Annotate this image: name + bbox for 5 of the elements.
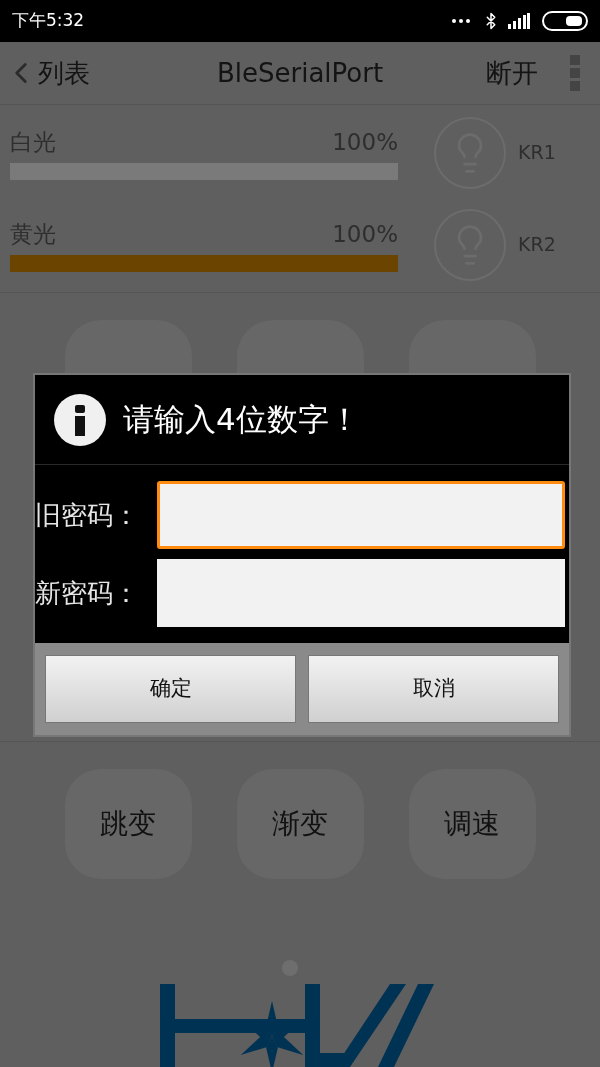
app-title: BleSerialPort [215, 56, 385, 90]
status-time: 下午5:32 [12, 9, 85, 33]
dialog-title: 请输入4位数字！ [123, 400, 360, 440]
field-label: 旧密码： [35, 498, 140, 532]
field-label: 新密码： [35, 576, 140, 610]
